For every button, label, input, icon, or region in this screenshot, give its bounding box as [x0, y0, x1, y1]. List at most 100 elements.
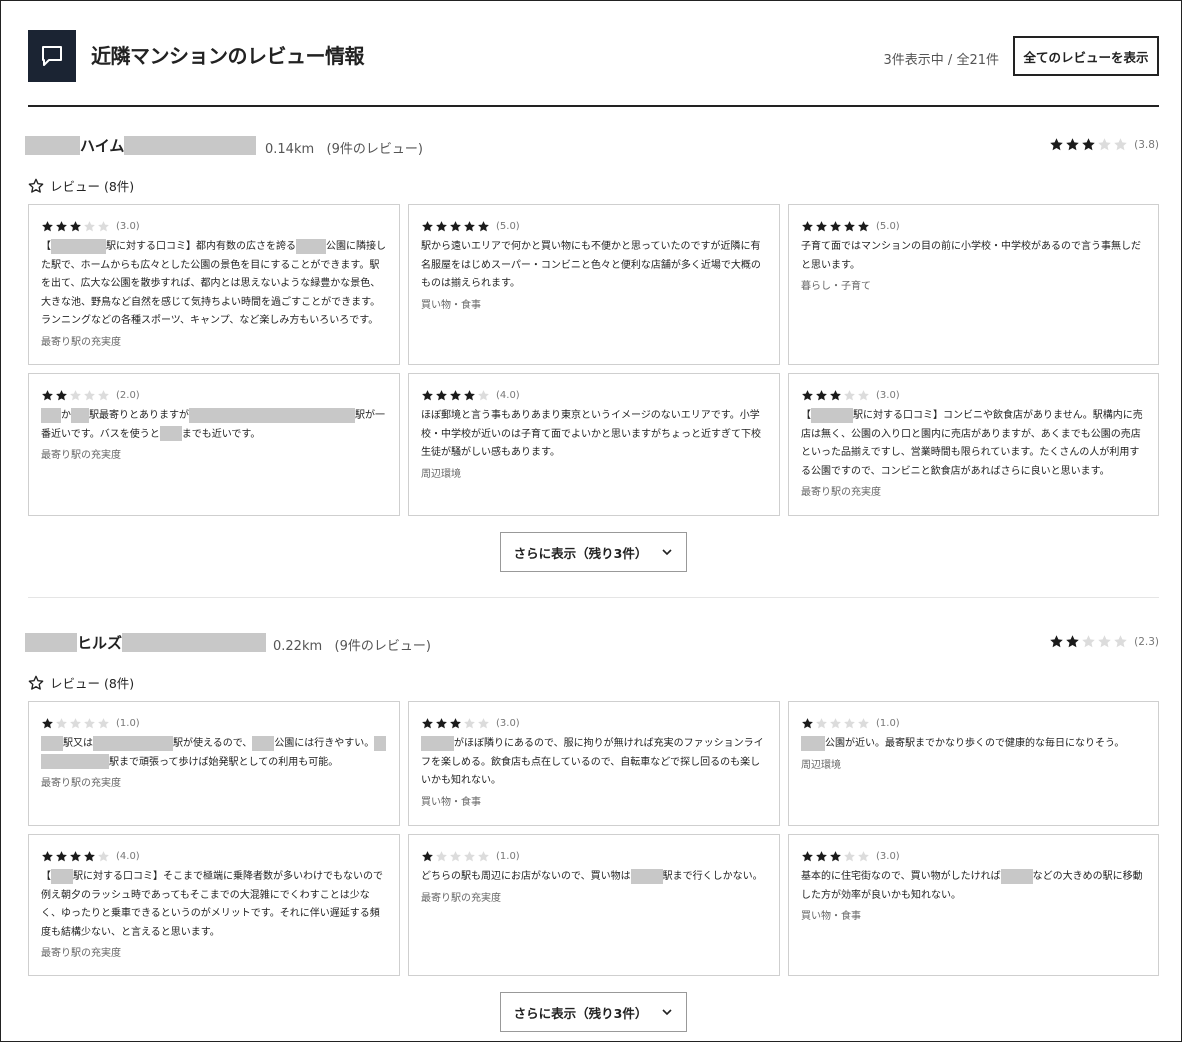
rating-score: (4.0) — [496, 389, 520, 401]
review-rating: (1.0) — [801, 714, 1146, 732]
review-text: ほぼ郵境と言う事もありあまり東京というイメージのないエリアです。小学校・中学校が… — [421, 410, 761, 458]
review-category: 最寄り駅の充実度 — [421, 892, 501, 904]
review-text: 【駅に対する口コミ】コンビニや飲食店がありません。駅構内に売店は無く、公園の入り… — [801, 407, 1146, 481]
review-text: 駅又は 駅が使えるので、 公園には行きやすい。駅まで頑張って歩けば始発駅としての利用… — [41, 735, 387, 772]
review-rating: (5.0) — [421, 217, 767, 235]
redacted-block — [296, 238, 326, 254]
review-rating: (5.0) — [801, 217, 1146, 235]
mansion-name[interactable]: ヒルズ — [25, 632, 267, 653]
rating-stars — [41, 717, 110, 730]
star-outline-icon — [28, 178, 44, 193]
redacted-block — [801, 735, 825, 751]
rating-stars — [41, 220, 110, 233]
rating-score: (3.0) — [876, 850, 900, 862]
rating-score: (3.0) — [876, 389, 900, 401]
review-category: 最寄り駅の充実度 — [41, 778, 121, 789]
comment-icon — [28, 30, 76, 82]
mansion-distance: 0.22km (9件のレビュー) — [273, 639, 431, 654]
rating-stars — [41, 389, 110, 402]
review-category: 最寄り駅の充実度 — [41, 336, 121, 348]
mansion-header: ハイム 0.14km (9件のレビュー) (3.8) — [25, 135, 1159, 157]
rating-score: (2.0) — [116, 389, 140, 401]
review-category: 最寄り駅の充実度 — [801, 487, 881, 498]
rating-stars — [41, 850, 110, 863]
rating-stars — [801, 850, 870, 863]
redacted-block — [41, 735, 63, 751]
review-rating: (4.0) — [421, 386, 767, 404]
review-text: 駅から遠いエリアで何かと買い物にも不便かと思っていたのですが近隣に有名服屋をはじ… — [421, 241, 761, 289]
section-header: 近隣マンションのレビュー情報 3件表示中 / 全21件 全てのレビューを表示 — [28, 30, 1159, 107]
reviews-label: レビュー (8件) — [28, 176, 134, 195]
rating-stars — [1049, 634, 1128, 649]
mansion-rating: (3.8) — [1049, 137, 1159, 152]
rating-score: (5.0) — [496, 220, 520, 232]
rating-score: (3.0) — [116, 220, 140, 232]
review-category: 最寄り駅の充実度 — [41, 450, 121, 461]
review-card: (4.0) ほぼ郵境と言う事もありあまり東京というイメージのないエリアです。小学校… — [408, 373, 780, 516]
mansion-distance: 0.14km (9件のレビュー) — [265, 142, 423, 157]
review-card: (4.0) 【駅に対する口コミ】そこまで極端に乗降者数が多いわけでもないので例え朝… — [28, 834, 400, 976]
divider — [28, 597, 1159, 598]
review-category: 周辺環境 — [801, 759, 841, 771]
rating-score: (1.0) — [116, 717, 140, 729]
review-category: 周辺環境 — [421, 468, 461, 480]
review-rating: (4.0) — [41, 847, 387, 865]
redacted-block — [124, 136, 257, 155]
review-panel: 近隣マンションのレビュー情報 3件表示中 / 全21件 全てのレビューを表示 ハ… — [0, 0, 1182, 1042]
review-text: か駅最寄りとありますが 駅が一番近いです。バスを使うと までも近いです。 — [41, 407, 387, 444]
review-text: がほぼ隣りにあるので、服に拘りが無ければ充実のファッションライフを楽しめる。飲食… — [421, 735, 767, 791]
review-card: (3.0) 【駅に対する口コミ】コンビニや飲食店がありません。駅構内に売店は無く、… — [788, 373, 1159, 516]
show-all-reviews-button[interactable]: 全てのレビューを表示 — [1013, 36, 1159, 76]
review-rating: (3.0) — [41, 217, 387, 235]
rating-stars — [801, 717, 870, 730]
rating-stars — [1049, 137, 1128, 152]
review-card: (5.0) 子育て面ではマンションの目の前に小学校・中学校があるので言う事無しだと… — [788, 204, 1159, 365]
chevron-down-icon — [662, 1009, 672, 1016]
review-card: (5.0) 駅から遠いエリアで何かと買い物にも不便かと思っていたのですが近隣に有名… — [408, 204, 780, 365]
display-count: 3件表示中 / 全21件 — [883, 53, 999, 68]
review-category: 買い物・食事 — [801, 911, 861, 922]
review-card: (1.0) 駅又は 駅が使えるので、 公園には行きやすい。駅まで頑張って歩けば始発駅と… — [28, 701, 400, 826]
redacted-block — [25, 136, 80, 155]
mansion-header: ヒルズ 0.22km (9件のレビュー) (2.3) — [25, 632, 1159, 654]
show-more-button[interactable]: さらに表示（残り3件） — [500, 992, 687, 1032]
redacted-block — [159, 426, 182, 441]
review-card: (2.0) か駅最寄りとありますが 駅が一番近いです。バスを使うと までも近いです。最… — [28, 373, 400, 516]
redacted-block — [41, 407, 61, 423]
redacted-block — [252, 735, 275, 751]
rating-stars — [421, 717, 490, 730]
review-text: 子育て面ではマンションの目の前に小学校・中学校があるので言う事無しだと思います。 — [801, 241, 1141, 271]
rating-score: (4.0) — [116, 850, 140, 862]
review-rating: (1.0) — [41, 714, 387, 732]
review-category: 暮らし・子育て — [801, 281, 871, 292]
redacted-block — [51, 868, 73, 884]
rating-stars — [421, 389, 490, 402]
redacted-block — [811, 407, 853, 423]
show-more-button[interactable]: さらに表示（残り3件） — [500, 532, 687, 572]
redacted-block — [93, 735, 173, 751]
review-card: (3.0) 【駅に対する口コミ】都内有数の広さを誇る 公園に隣接した駅で、ホームから… — [28, 204, 400, 365]
rating-score: (3.0) — [496, 717, 520, 729]
redacted-block — [1000, 868, 1033, 884]
reviews-label: レビュー (8件) — [28, 673, 134, 692]
review-text: 公園が近い。最寄駅までかなり歩くので健康的な毎日になりそう。 — [801, 735, 1146, 754]
review-rating: (3.0) — [801, 847, 1146, 865]
review-text: 基本的に住宅街なので、買い物がしたければ などの大きめの駅に移動した方が効率が良い… — [801, 868, 1146, 905]
review-card: (3.0) 基本的に住宅街なので、買い物がしたければ などの大きめの駅に移動した方が… — [788, 834, 1159, 976]
redacted-block — [189, 407, 355, 423]
review-text: 【駅に対する口コミ】そこまで極端に乗降者数が多いわけでもないので例え朝夕のラッシ… — [41, 868, 387, 942]
review-rating: (2.0) — [41, 386, 387, 404]
rating-score: (1.0) — [496, 850, 520, 862]
redacted-block — [374, 735, 387, 751]
rating-stars — [421, 220, 490, 233]
mansion-name[interactable]: ハイム — [25, 135, 257, 156]
rating-stars — [421, 850, 490, 863]
redacted-block — [122, 633, 267, 652]
review-category: 買い物・食事 — [421, 299, 481, 311]
review-rating: (3.0) — [421, 714, 767, 732]
redacted-block — [51, 238, 106, 254]
rating-score: (5.0) — [876, 220, 900, 232]
review-rating: (3.0) — [801, 386, 1146, 404]
redacted-block — [630, 868, 663, 884]
star-outline-icon — [28, 675, 44, 690]
